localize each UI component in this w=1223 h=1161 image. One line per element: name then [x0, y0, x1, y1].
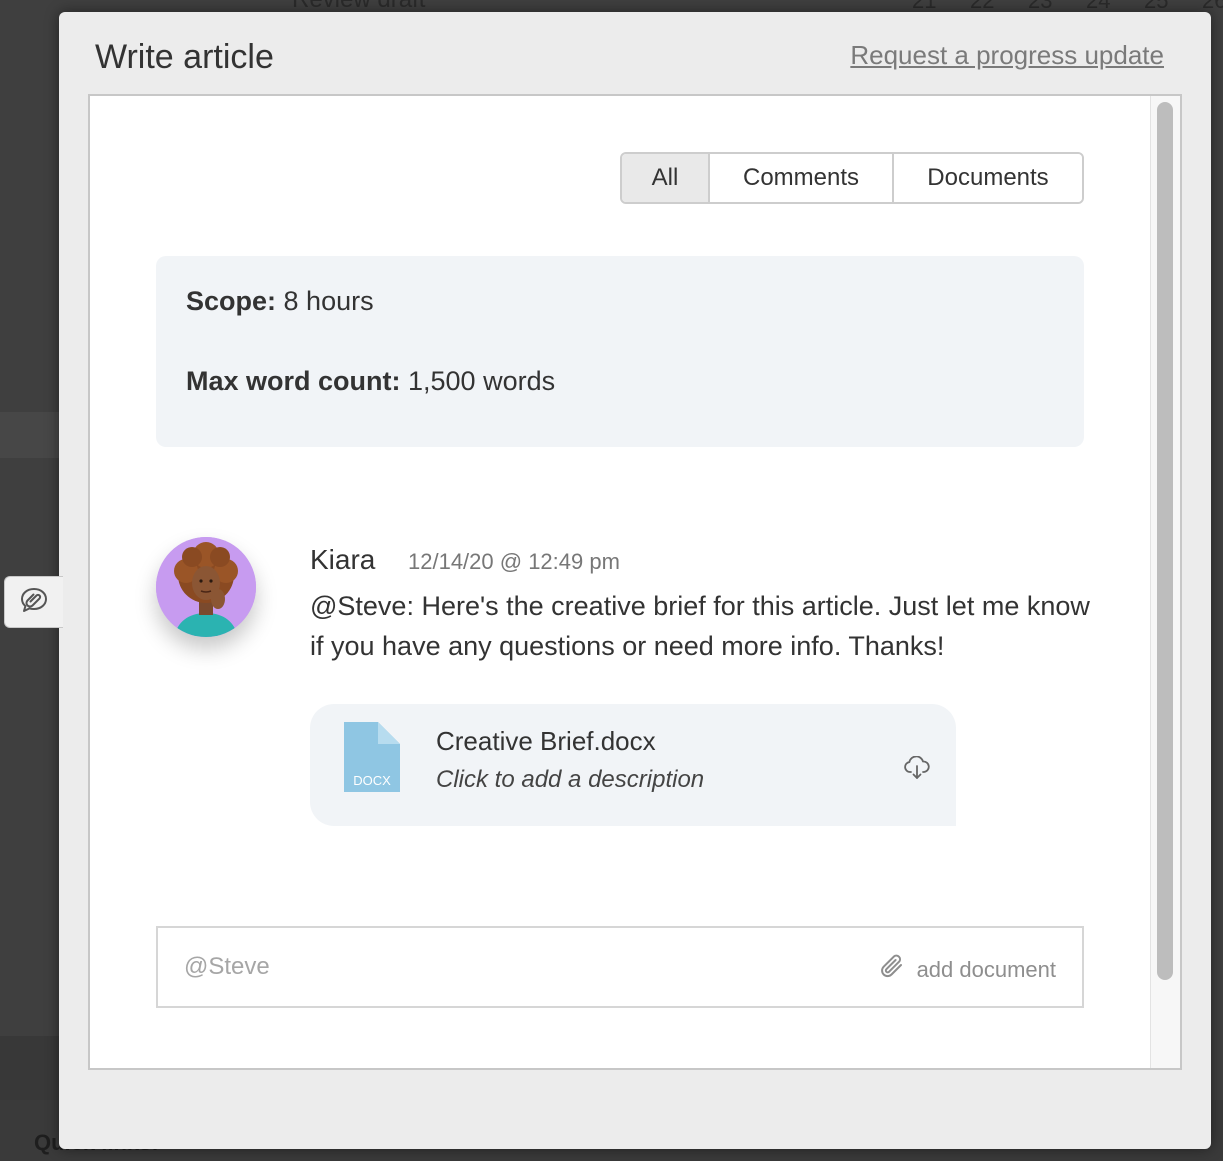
filter-documents-button[interactable]: Documents: [892, 154, 1082, 202]
comments-side-tab[interactable]: [4, 576, 63, 628]
attachment-card[interactable]: DOCX Creative Brief.docx Click to add a …: [310, 704, 956, 826]
max-word-count-value: 1,500 words: [400, 366, 556, 396]
background-row: [0, 1036, 60, 1100]
file-type-label: DOCX: [353, 773, 391, 788]
attachment-description[interactable]: Click to add a description: [436, 766, 704, 794]
filter-comments-button[interactable]: Comments: [708, 154, 892, 202]
max-word-count-line: Max word count: 1,500 words: [186, 366, 555, 397]
scope-line: Scope: 8 hours: [186, 286, 374, 317]
activity-panel: All Comments Documents Scope: 8 hours Ma…: [88, 94, 1182, 1070]
docx-file-icon: DOCX: [344, 722, 400, 797]
comment-body: @Steve: Here's the creative brief for th…: [310, 591, 1090, 661]
comment-timestamp: 12/14/20 @ 12:49 pm: [408, 549, 620, 574]
activity-filter-group: All Comments Documents: [620, 152, 1084, 204]
paperclip-icon: [879, 952, 907, 987]
scope-label: Scope:: [186, 286, 277, 316]
max-word-count-label: Max word count:: [186, 366, 401, 396]
comment-author: Kiara: [310, 544, 376, 575]
comment-input[interactable]: [182, 946, 806, 988]
scope-value: 8 hours: [276, 286, 374, 316]
scrollbar-thumb[interactable]: [1157, 102, 1173, 980]
request-progress-update-link[interactable]: Request a progress update: [850, 40, 1164, 71]
add-document-button[interactable]: add document: [879, 952, 1056, 987]
comment-attachment-icon: [19, 586, 49, 619]
panel-scrollbar[interactable]: [1150, 96, 1180, 1068]
filter-all-button[interactable]: All: [622, 154, 708, 202]
modal-title: Write article: [95, 38, 274, 76]
task-details-box: Scope: 8 hours Max word count: 1,500 wor…: [156, 256, 1084, 447]
avatar: [156, 537, 256, 637]
background-row-highlight: [0, 412, 60, 458]
cloud-download-icon[interactable]: [904, 755, 930, 785]
comment-composer: add document: [156, 926, 1084, 1008]
attachment-file-name[interactable]: Creative Brief.docx: [436, 726, 656, 757]
task-modal: Write article Request a progress update …: [59, 12, 1211, 1149]
add-document-label: add document: [916, 956, 1056, 982]
